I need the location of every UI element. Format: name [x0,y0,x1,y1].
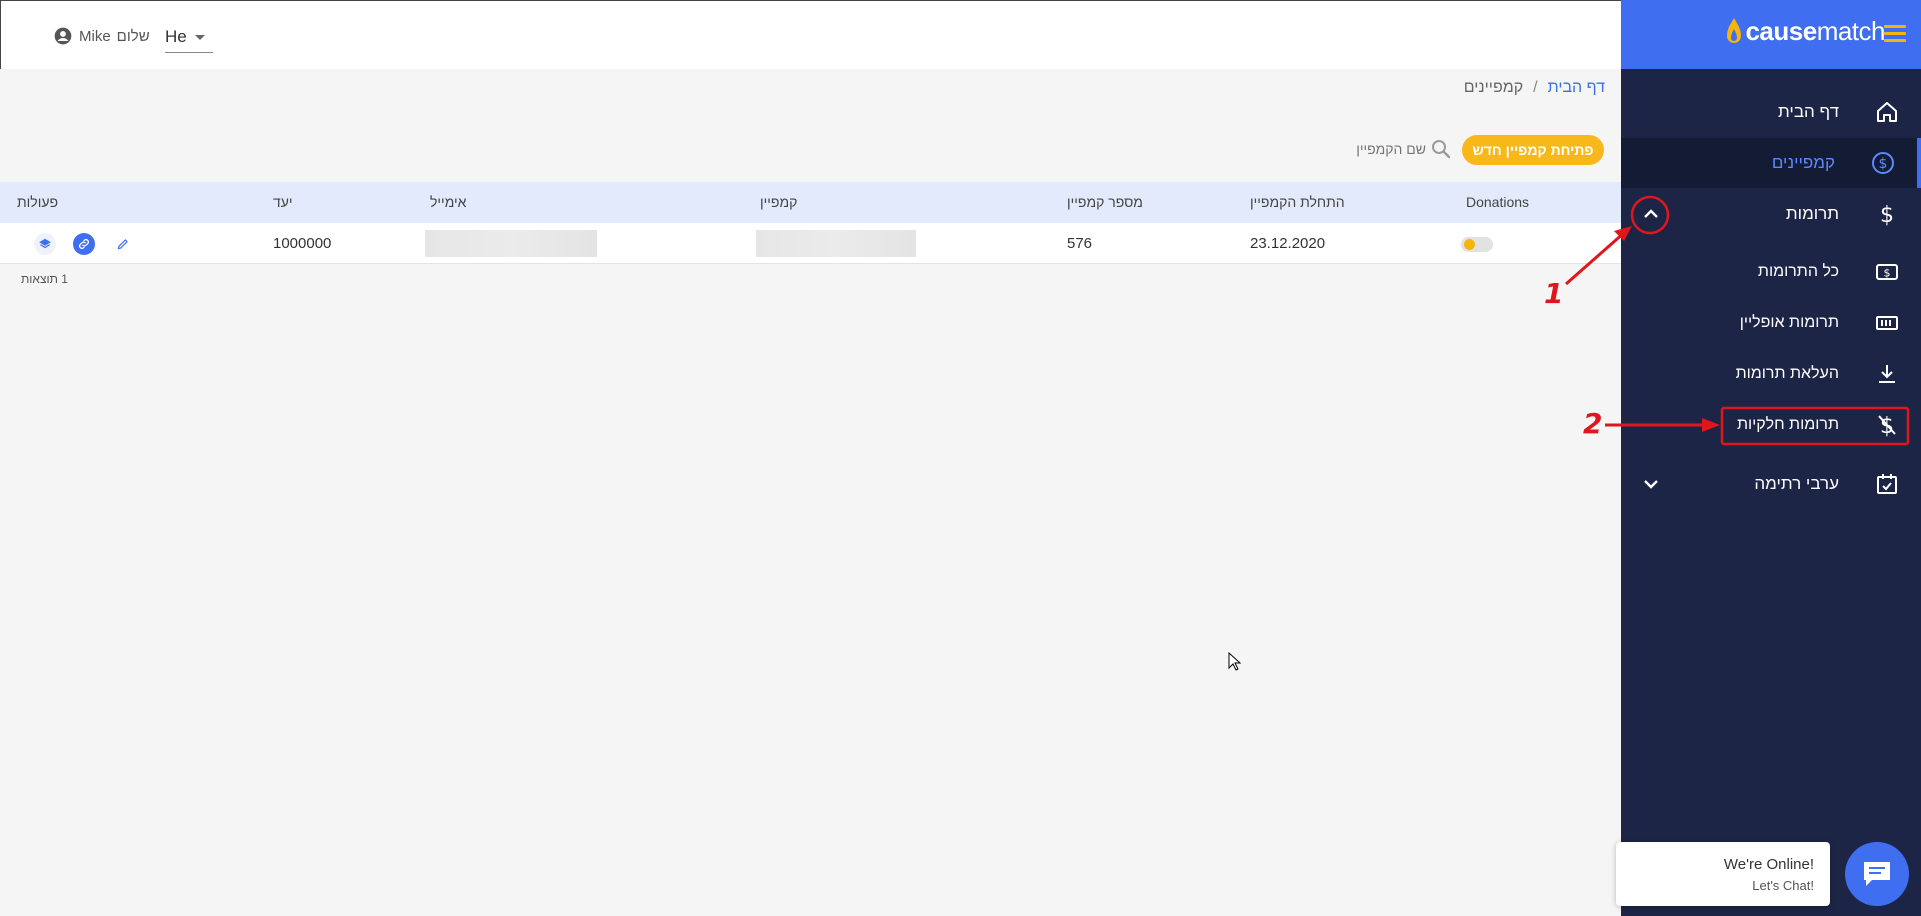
logo-text: causematch [1745,16,1885,46]
home-icon [1873,98,1901,126]
sidebar-item-label: תרומות [1785,204,1839,223]
sidebar-item-partial-donations[interactable]: $ תרומות חלקיות [1621,400,1921,450]
link-action-button[interactable] [73,233,95,255]
download-icon [1873,360,1901,388]
sidebar-item-events[interactable]: ערבי רתימה [1621,459,1921,509]
chat-launcher-button[interactable] [1845,842,1909,906]
header-start-date[interactable]: התחלת הקמפיין [1250,194,1345,210]
layers-action-button[interactable] [34,233,56,255]
campaign-search-input[interactable] [1330,138,1426,160]
annotation-label-1: 1 [1544,277,1564,310]
sidebar-item-label: דף הבית [1778,102,1839,121]
user-greeting[interactable]: Mike שלום [53,26,150,46]
new-campaign-button[interactable]: פתיחת קמפיין חדש [1462,135,1604,165]
svg-text:$: $ [1879,156,1888,172]
breadcrumb-separator: / [1533,79,1538,96]
svg-text:$: $ [1880,203,1894,226]
svg-text:$: $ [1884,267,1891,280]
greeting-text: שלום [116,27,150,45]
language-value: He [165,27,187,46]
language-select[interactable]: He [165,23,213,53]
sidebar-item-upload-donations[interactable]: העלאת תרומות [1621,349,1921,399]
sidebar-item-donations[interactable]: $ תרומות [1621,189,1921,239]
table-header: Donations התחלת הקמפיין מספר קמפיין קמפי… [0,182,1621,223]
breadcrumb-current: קמפיינים [1463,79,1524,96]
chat-subtitle: Let's Chat! [1752,878,1814,893]
search-icon[interactable] [1429,137,1453,161]
table-row: 23.12.2020 576 1000000 [0,223,1621,264]
header-campaign-number[interactable]: מספר קמפיין [1067,194,1143,210]
edit-action-button[interactable] [112,233,134,255]
chat-bubble-icon [1864,862,1890,886]
donations-toggle[interactable] [1461,237,1493,252]
flame-logo-icon [1727,17,1742,43]
mouse-cursor-icon [1228,652,1242,671]
sidebar-item-offline-donations[interactable]: תרומות אופליין [1621,298,1921,348]
header-donations[interactable]: Donations [1466,194,1529,210]
chevron-up-icon[interactable] [1639,202,1663,226]
sidebar-item-label: תרומות חלקיות [1736,416,1839,433]
sidebar-header: causematch [1621,0,1921,69]
header-campaign[interactable]: קמפיין [760,194,797,210]
cell-goal: 1000000 [273,235,332,252]
dollar-icon: $ [1873,200,1901,228]
money-box-icon: $ [1873,258,1901,286]
breadcrumb-home-link[interactable]: דף הבית [1548,79,1605,97]
chat-popup[interactable]: We're Online! Let's Chat! [1616,842,1830,906]
causematch-logo[interactable]: causematch [1725,16,1886,47]
cell-campaign-redacted [756,230,916,257]
caret-down-icon [195,35,205,40]
chat-title: We're Online! [1723,856,1814,873]
cash-stack-icon [1873,309,1901,337]
sidebar-item-label: קמפיינים [1771,153,1835,172]
annotation-label-2: 2 [1583,407,1603,440]
cell-email-redacted [425,230,597,257]
sidebar-item-home[interactable]: דף הבית [1621,87,1921,137]
results-count: 1 תוצאות [21,272,68,286]
link-icon [79,239,89,249]
top-bar: He Mike שלום [0,0,1621,69]
header-actions: פעולות [17,194,59,210]
account-circle-icon [54,27,72,45]
layers-icon [39,238,51,249]
sidebar-item-label: ערבי רתימה [1754,474,1839,493]
sidebar-item-label: כל התרומות [1757,263,1839,280]
calendar-check-icon [1873,470,1901,498]
pencil-icon [117,239,128,250]
sidebar-item-all-donations[interactable]: $ כל התרומות [1621,247,1921,297]
sidebar: causematch דף הבית $ קמפיינים $ תרומות $… [1621,0,1921,916]
cell-campaign-number: 576 [1067,235,1093,252]
dollar-circle-icon: $ [1869,149,1897,177]
sidebar-item-label: העלאת תרומות [1735,365,1839,382]
hamburger-menu-icon[interactable] [1884,25,1906,43]
chevron-down-icon[interactable] [1639,472,1663,496]
sidebar-item-campaigns[interactable]: $ קמפיינים [1621,138,1921,188]
header-goal[interactable]: יעד [273,194,293,210]
dollar-off-icon: $ [1873,411,1901,439]
sidebar-item-label: תרומות אופליין [1739,314,1839,331]
breadcrumb: דף הבית / קמפיינים [1464,79,1605,97]
header-email[interactable]: אימייל [430,194,466,210]
cell-start-date: 23.12.2020 [1250,235,1326,252]
user-name: Mike [79,27,111,45]
